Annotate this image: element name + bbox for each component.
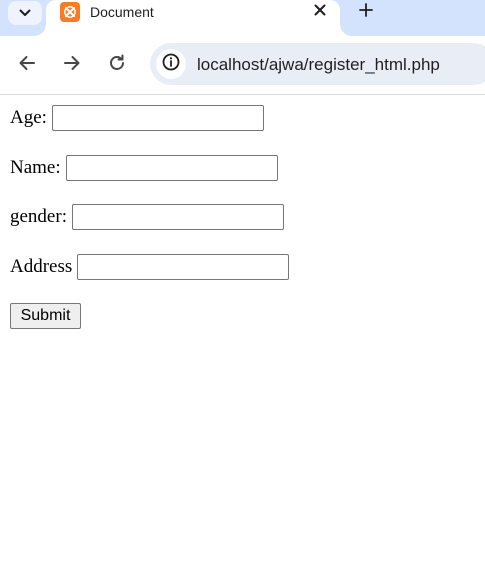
plus-icon xyxy=(359,2,373,22)
back-button[interactable] xyxy=(15,53,39,77)
close-icon xyxy=(314,3,326,21)
gender-input[interactable] xyxy=(71,204,284,230)
browser-toolbar: localhost/ajwa/register_html.php xyxy=(0,36,485,94)
address-input[interactable] xyxy=(77,254,290,280)
arrow-right-icon xyxy=(63,55,81,76)
new-tab-button[interactable] xyxy=(352,0,380,24)
xampp-icon xyxy=(60,2,80,22)
arrow-left-icon xyxy=(18,55,36,76)
name-row: Name: xyxy=(10,155,278,181)
gender-label: gender: xyxy=(10,206,67,227)
address-row: Address xyxy=(10,254,290,280)
submit-button[interactable]: Submit xyxy=(10,303,81,329)
tab-strip: Document xyxy=(0,0,485,36)
address-bar[interactable]: localhost/ajwa/register_html.php xyxy=(150,43,485,85)
url-text[interactable]: localhost/ajwa/register_html.php xyxy=(197,55,440,75)
site-info-button[interactable] xyxy=(156,49,186,79)
info-icon xyxy=(162,53,180,76)
age-row: Age: xyxy=(10,105,264,131)
chevron-down-icon xyxy=(19,4,31,22)
name-label: Name: xyxy=(10,157,61,178)
gender-row: gender: xyxy=(10,204,284,230)
tab-title: Document xyxy=(90,4,154,20)
tab-search-button[interactable] xyxy=(8,1,42,25)
reload-icon xyxy=(108,54,126,77)
name-input[interactable] xyxy=(65,155,278,181)
browser-tab[interactable]: Document xyxy=(46,0,340,36)
close-tab-button[interactable] xyxy=(310,2,330,22)
reload-button[interactable] xyxy=(105,53,129,77)
forward-button[interactable] xyxy=(60,53,84,77)
address-label: Address xyxy=(10,256,73,277)
page-content: Age: Name: gender: Address Submit xyxy=(0,95,485,577)
age-input[interactable] xyxy=(51,105,264,131)
age-label: Age: xyxy=(10,107,47,128)
